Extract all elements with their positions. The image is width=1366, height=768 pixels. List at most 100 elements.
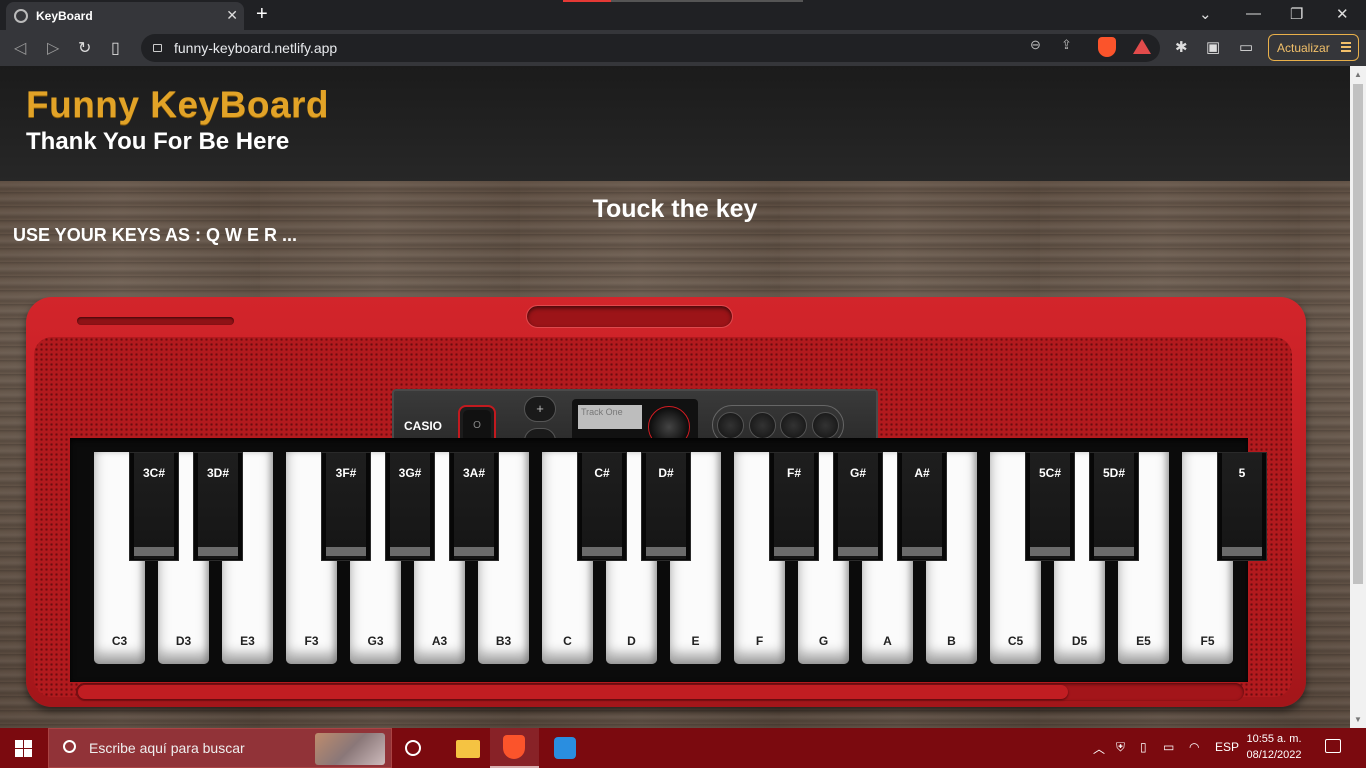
white-key-label: E5 bbox=[1136, 634, 1151, 648]
white-key-label: D3 bbox=[175, 634, 192, 648]
wallet-icon[interactable]: ▭ bbox=[1239, 38, 1253, 56]
white-key-label: B3 bbox=[495, 634, 512, 648]
update-button[interactable]: Actualizar bbox=[1268, 34, 1359, 61]
wifi-icon[interactable]: ◠ bbox=[1189, 740, 1199, 754]
globe-icon bbox=[14, 9, 28, 23]
file-explorer-icon[interactable] bbox=[456, 740, 480, 758]
pad-button[interactable] bbox=[811, 411, 839, 439]
white-key-label: C5 bbox=[1007, 634, 1024, 648]
black-key[interactable]: 5C# bbox=[1025, 452, 1075, 561]
white-key-label: G bbox=[818, 634, 829, 648]
black-key-label: G# bbox=[849, 466, 866, 480]
close-window-icon[interactable]: ✕ bbox=[1336, 5, 1349, 23]
browser-tab[interactable]: KeyBoard ✕ bbox=[6, 2, 244, 30]
lock-icon bbox=[153, 44, 162, 52]
url-text: funny-keyboard.netlify.app bbox=[174, 40, 338, 56]
restore-icon[interactable]: ❐ bbox=[1290, 5, 1303, 23]
pad-button[interactable] bbox=[717, 411, 745, 439]
black-key[interactable]: G# bbox=[833, 452, 883, 561]
pad-button[interactable] bbox=[748, 411, 776, 439]
windows-start-icon[interactable] bbox=[15, 740, 32, 757]
black-key[interactable]: 3A# bbox=[449, 452, 499, 561]
black-key[interactable]: 3F# bbox=[321, 452, 371, 561]
black-key-label: A# bbox=[914, 466, 930, 480]
battery-icon[interactable]: ▭ bbox=[1163, 740, 1174, 754]
black-key[interactable]: A# bbox=[897, 452, 947, 561]
pad-button[interactable] bbox=[780, 411, 808, 439]
black-key[interactable]: 5D# bbox=[1089, 452, 1139, 561]
black-key-label: 3C# bbox=[142, 466, 165, 480]
black-key[interactable]: 3G# bbox=[385, 452, 435, 561]
brave-shields-icon[interactable] bbox=[1098, 37, 1116, 57]
close-tab-icon[interactable]: ✕ bbox=[226, 7, 238, 24]
black-key-label: 3A# bbox=[462, 466, 485, 480]
minimize-icon[interactable]: — bbox=[1246, 5, 1261, 22]
white-key-label: A3 bbox=[431, 634, 448, 648]
black-key[interactable]: D# bbox=[641, 452, 691, 561]
black-key-label: 5 bbox=[1238, 466, 1246, 480]
keyboard-carry-handle bbox=[526, 305, 733, 328]
black-key-label: 5D# bbox=[1102, 466, 1125, 480]
black-key[interactable]: F# bbox=[769, 452, 819, 561]
lcd-display: Track One bbox=[578, 405, 642, 429]
scroll-up-icon[interactable]: ▲ bbox=[1354, 70, 1362, 79]
white-key-label: F3 bbox=[304, 634, 319, 648]
white-key-label: D bbox=[627, 634, 636, 648]
page-scrollbar-thumb[interactable] bbox=[1353, 84, 1363, 584]
white-key-label: C bbox=[563, 634, 572, 648]
clock-time: 10:55 a. m. bbox=[1246, 733, 1302, 745]
reload-icon[interactable]: ↻ bbox=[78, 38, 91, 58]
white-key-label: G3 bbox=[367, 634, 384, 648]
task-view-icon[interactable] bbox=[405, 740, 421, 756]
black-key-label: 5C# bbox=[1038, 466, 1061, 480]
vscode-icon[interactable] bbox=[554, 737, 576, 759]
white-key-label: E3 bbox=[240, 634, 255, 648]
white-key-label: C3 bbox=[111, 634, 128, 648]
white-key-label: E bbox=[691, 634, 700, 648]
tray-chevron-icon[interactable]: ︿ bbox=[1093, 740, 1105, 757]
page-content: Funny KeyBoard Thank You For Be Here Tou… bbox=[0, 66, 1350, 728]
black-key-label: 3D# bbox=[206, 466, 229, 480]
black-key[interactable]: 5 bbox=[1217, 452, 1267, 561]
volume-up-button[interactable]: + bbox=[524, 396, 556, 422]
brave-rewards-icon[interactable] bbox=[1133, 39, 1151, 54]
keyboard-body: CASIO O + - Track One bbox=[26, 297, 1306, 707]
keyboard-scrollbar[interactable] bbox=[76, 683, 1244, 701]
bookmark-icon[interactable]: ▯ bbox=[111, 38, 120, 58]
black-key[interactable]: 3D# bbox=[193, 452, 243, 561]
notification-icon[interactable] bbox=[1325, 739, 1341, 753]
black-key[interactable]: C# bbox=[577, 452, 627, 561]
security-icon[interactable]: ⛨ bbox=[1116, 740, 1125, 755]
keyboard-handle-slot bbox=[77, 317, 234, 325]
update-label: Actualizar bbox=[1277, 40, 1330, 55]
page-scrollbar[interactable]: ▲ ▼ bbox=[1350, 66, 1366, 728]
white-key-label: A bbox=[883, 634, 892, 648]
extensions-icon[interactable]: ✱ bbox=[1175, 38, 1188, 56]
language-indicator[interactable]: ESP bbox=[1215, 740, 1239, 754]
tab-search-chevron-icon[interactable]: ⌄ bbox=[1199, 5, 1212, 23]
page-title: Funny KeyBoard bbox=[26, 84, 330, 125]
keyboard-scrollbar-thumb[interactable] bbox=[78, 685, 1068, 699]
clock[interactable]: 10:55 a. m. 08/12/2022 bbox=[1243, 731, 1305, 763]
zoom-icon[interactable]: ⊖ bbox=[1030, 37, 1041, 53]
device-icon[interactable]: ▯ bbox=[1140, 740, 1147, 754]
white-key-label: D5 bbox=[1071, 634, 1088, 648]
page-subtitle: Thank You For Be Here bbox=[26, 128, 290, 155]
forward-icon[interactable]: ▷ bbox=[47, 38, 59, 58]
black-key-label: D# bbox=[658, 466, 674, 480]
tab-strip-indicator-secondary bbox=[611, 0, 803, 2]
sidebar-icon[interactable]: ▣ bbox=[1206, 38, 1220, 56]
search-highlight-image bbox=[315, 733, 385, 765]
clock-date: 08/12/2022 bbox=[1246, 749, 1302, 761]
back-icon[interactable]: ◁ bbox=[14, 38, 26, 58]
windows-taskbar: Escribe aquí para buscar ︿ ⛨ ▯ ▭ ◠ ESP 1… bbox=[0, 728, 1366, 768]
new-tab-button[interactable]: + bbox=[256, 3, 268, 26]
taskbar-search[interactable]: Escribe aquí para buscar bbox=[48, 728, 392, 768]
scroll-down-icon[interactable]: ▼ bbox=[1354, 715, 1362, 724]
share-icon[interactable]: ⇪ bbox=[1061, 37, 1072, 53]
keys-hint: USE YOUR KEYS AS : Q W E R ... bbox=[13, 225, 298, 245]
address-bar[interactable]: funny-keyboard.netlify.app bbox=[141, 34, 1160, 62]
white-key-label: F5 bbox=[1200, 634, 1215, 648]
black-key[interactable]: 3C# bbox=[129, 452, 179, 561]
brave-browser-icon[interactable] bbox=[503, 735, 525, 759]
